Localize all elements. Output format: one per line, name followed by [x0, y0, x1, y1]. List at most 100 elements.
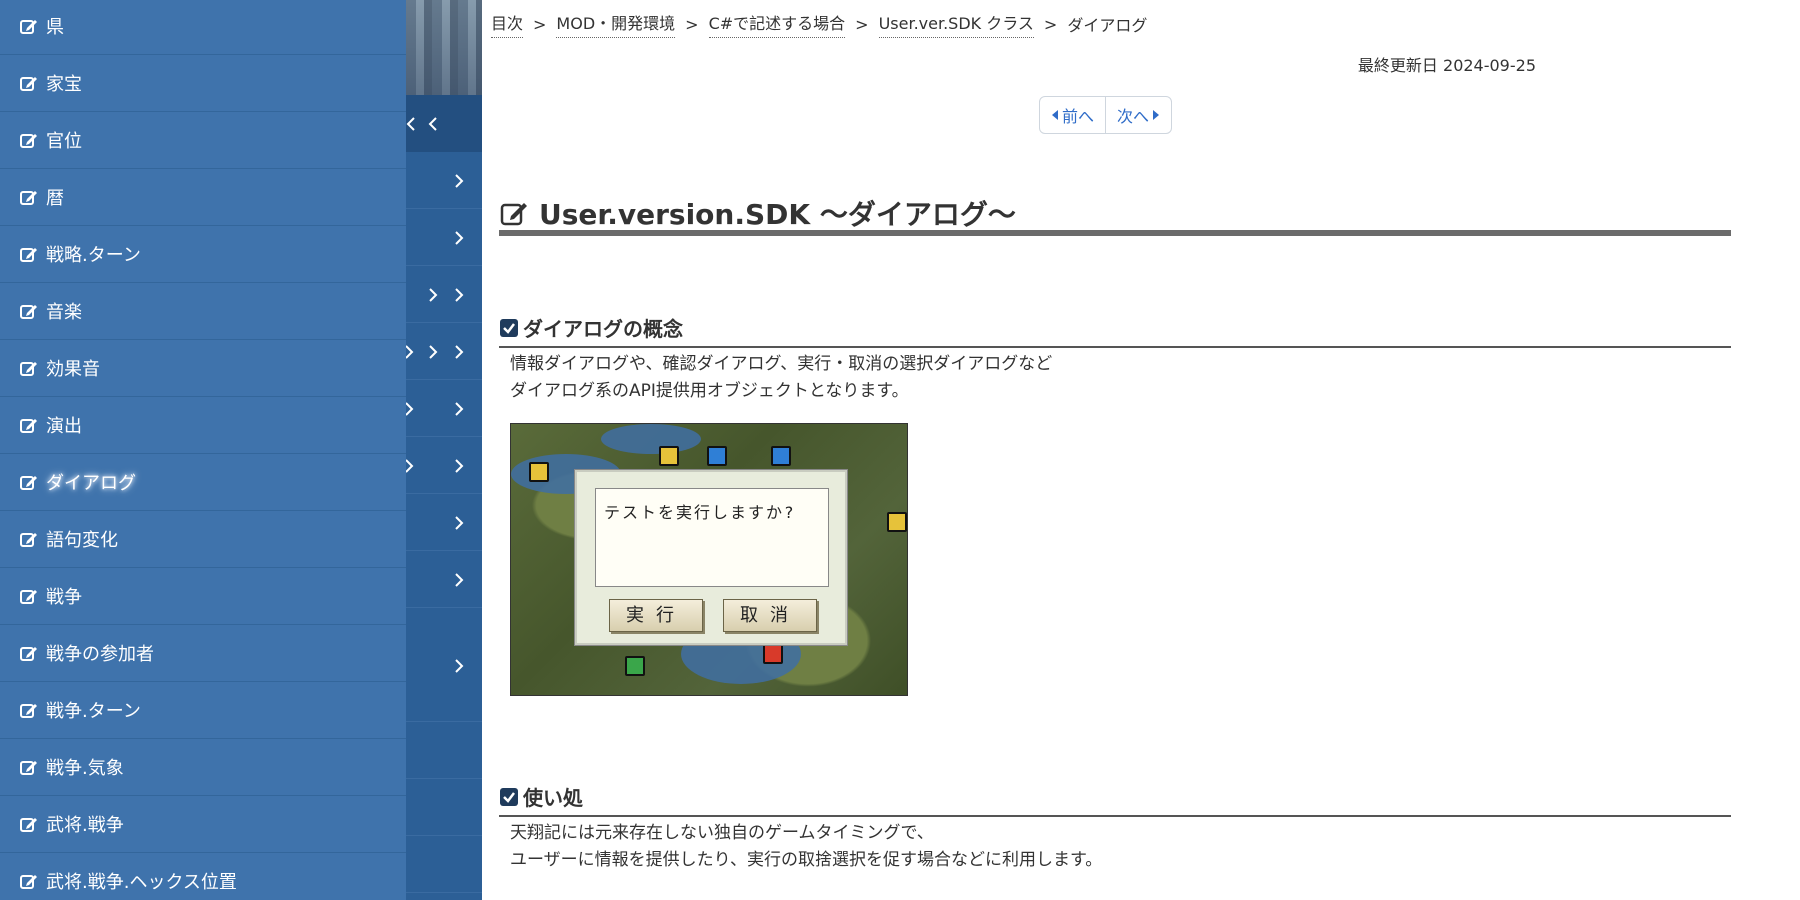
sidebar-item[interactable]: 効果音 [0, 340, 406, 397]
subnav-row [406, 722, 482, 779]
sidebar-item-label: 音楽 [46, 302, 82, 323]
sidebar-item-label: 官位 [46, 131, 82, 152]
game-dialog-ok-button: 実行 [609, 599, 703, 632]
chevron-right-icon[interactable] [452, 513, 466, 533]
breadcrumb-separator: > [533, 14, 547, 34]
chevron-right-icon[interactable] [406, 456, 416, 476]
map-unit-icon [625, 656, 645, 676]
sidebar-item[interactable]: 戦争 [0, 568, 406, 625]
sidebar-item-label: 語句変化 [46, 530, 118, 551]
subnav-row [406, 551, 482, 608]
sidebar-item-label: 家宝 [46, 74, 82, 95]
collapse-row [406, 95, 482, 152]
chevron-right-icon[interactable] [452, 171, 466, 191]
chevron-right-icon[interactable] [452, 285, 466, 305]
game-dialog: テストを実行しますか? 実行 取消 [575, 470, 847, 645]
subnav-row [406, 437, 482, 494]
sidebar-item-label: 戦争.ターン [46, 701, 141, 722]
breadcrumb: 目次 > MOD・開発環境 > C#で記述する場合 > User.ver.SDK… [491, 10, 1147, 38]
edit-icon [18, 642, 40, 664]
chevron-right-icon[interactable] [452, 656, 466, 676]
game-dialog-message: テストを実行しますか? [595, 488, 829, 587]
paragraph-line: ダイアログ系のAPI提供用オブジェクトとなります。 [510, 381, 909, 401]
subnav-row [406, 266, 482, 323]
caret-right-icon [1152, 110, 1160, 120]
prev-page-button[interactable]: 前へ [1040, 97, 1105, 133]
edit-icon [18, 243, 40, 265]
subnav-row [406, 380, 482, 437]
sidebar-item-label: 暦 [46, 188, 64, 209]
chevron-right-icon[interactable] [452, 570, 466, 590]
sidebar-item-label: 武将.戦争.ヘックス位置 [46, 872, 237, 893]
edit-icon [18, 72, 40, 94]
sidebar-item[interactable]: 戦争.気象 [0, 739, 406, 796]
title-divider [499, 230, 1731, 236]
caret-left-icon [1051, 110, 1059, 120]
game-screenshot: テストを実行しますか? 実行 取消 [510, 423, 908, 696]
edit-icon [499, 198, 529, 228]
subnav-row [406, 494, 482, 551]
sidebar-item[interactable]: 音楽 [0, 283, 406, 340]
edit-icon [18, 186, 40, 208]
map-water [601, 424, 701, 454]
sidebar-item[interactable]: 演出 [0, 397, 406, 454]
collapse-left-icon[interactable] [426, 114, 440, 134]
sidebar-header-image [406, 0, 482, 95]
chevron-right-icon[interactable] [452, 342, 466, 362]
sidebar-item[interactable]: 戦争.ターン [0, 682, 406, 739]
sidebar-item[interactable]: 武将.戦争.ヘックス位置 [0, 853, 406, 900]
chevron-right-icon[interactable] [452, 228, 466, 248]
chevron-right-icon[interactable] [406, 342, 416, 362]
breadcrumb-link-csharp[interactable]: C#で記述する場合 [708, 10, 846, 38]
sidebar-item-label: 戦略.ターン [46, 245, 141, 266]
last-updated: 最終更新日 2024-09-25 [1357, 56, 1536, 75]
sidebar-item[interactable]: 戦略.ターン [0, 226, 406, 283]
map-unit-icon [529, 462, 549, 482]
chevron-right-icon[interactable] [452, 456, 466, 476]
sidebar-item[interactable]: ダイアログ [0, 454, 406, 511]
chevron-right-icon[interactable] [406, 399, 416, 419]
map-unit-icon [659, 446, 679, 466]
sidebar-item[interactable]: 県 [0, 0, 406, 55]
edit-icon [18, 585, 40, 607]
section-heading-usage: 使い処 [499, 782, 1731, 817]
sub-navigation [406, 0, 482, 900]
subnav-row [406, 836, 482, 893]
map-unit-icon [887, 512, 907, 532]
checkbox-checked-icon [499, 787, 519, 807]
breadcrumb-link-toc[interactable]: 目次 [491, 10, 524, 38]
edit-icon [18, 699, 40, 721]
sidebar-item[interactable]: 武将.戦争 [0, 796, 406, 853]
edit-icon [18, 129, 40, 151]
sidebar-item-label: 戦争 [46, 587, 82, 608]
sidebar-item-label: 演出 [46, 416, 82, 437]
edit-icon [18, 528, 40, 550]
chevron-right-icon[interactable] [426, 285, 440, 305]
sidebar-item[interactable]: 家宝 [0, 55, 406, 112]
sidebar-item-label: 武将.戦争 [46, 815, 124, 836]
sidebar-item[interactable]: 暦 [0, 169, 406, 226]
chevron-right-icon[interactable] [426, 342, 440, 362]
paragraph-line: ユーザーに情報を提供したり、実行の取捨選択を促す場合などに利用します。 [510, 850, 1103, 870]
sidebar-item[interactable]: 官位 [0, 112, 406, 169]
breadcrumb-current: ダイアログ [1067, 16, 1148, 35]
breadcrumb-separator: > [685, 14, 699, 34]
sidebar-item[interactable]: 語句変化 [0, 511, 406, 568]
sidebar-item-label: 効果音 [46, 359, 100, 380]
checkbox-checked-icon [499, 318, 519, 338]
edit-icon [18, 300, 40, 322]
section-paragraph: 情報ダイアログや、確認ダイアログ、実行・取消の選択ダイアログなど ダイアログ系の… [510, 351, 1052, 405]
subnav-row [406, 209, 482, 266]
sidebar-item[interactable]: 戦争の参加者 [0, 625, 406, 682]
edit-icon [18, 357, 40, 379]
page-title-text: User.version.SDK 〜ダイアログ〜 [539, 198, 1016, 231]
breadcrumb-separator: > [1043, 14, 1058, 34]
subnav-row [406, 323, 482, 380]
breadcrumb-link-mod[interactable]: MOD・開発環境 [556, 10, 676, 38]
collapse-left-icon[interactable] [406, 114, 418, 134]
sidebar-item-label: 県 [46, 17, 64, 38]
chevron-right-icon[interactable] [452, 399, 466, 419]
map-unit-icon [771, 446, 791, 466]
breadcrumb-link-sdk-class[interactable]: User.ver.SDK クラス [878, 10, 1034, 38]
next-page-button[interactable]: 次へ [1105, 97, 1171, 133]
